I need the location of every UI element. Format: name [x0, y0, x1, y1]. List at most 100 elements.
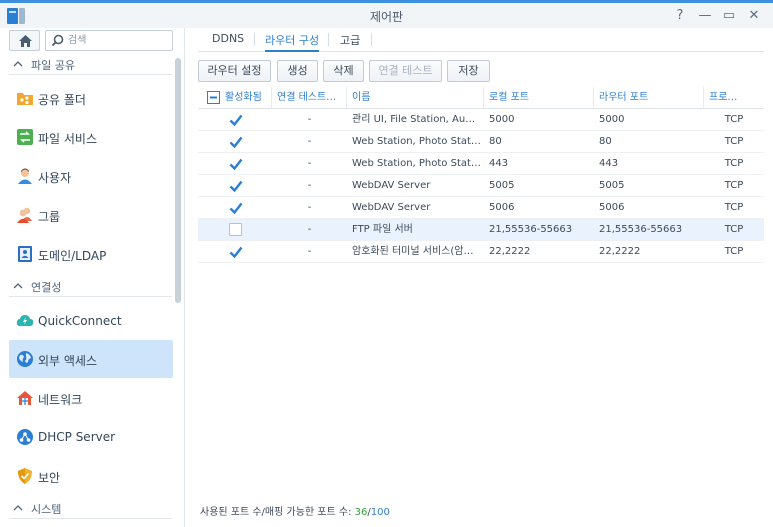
shared-folder-icon: [16, 89, 34, 107]
cell-router-port: 22,2222: [599, 246, 641, 257]
chevron-up-icon: [13, 281, 23, 291]
table-row[interactable]: - FTP 파일 서버 21,55536-55663 21,55536-55663 TC…: [198, 219, 764, 241]
cell-router-port: 21,55536-55663: [599, 224, 683, 235]
section-system[interactable]: 시스템: [0, 499, 172, 519]
cell-local-port: 21,55536-55663: [489, 224, 573, 235]
sidebar-item-domain-ldap[interactable]: 도메인/LDAP: [9, 235, 173, 273]
tab-bar: DDNS 라우터 구성 고급: [198, 28, 764, 52]
ports-total-count: 100: [370, 507, 390, 518]
chevron-up-icon: [13, 59, 23, 69]
tab-advanced[interactable]: 고급: [340, 32, 360, 52]
sidebar-item-label: 사용자: [38, 171, 72, 185]
sidebar-item-security[interactable]: 보안: [9, 457, 173, 495]
cell-router-port: 80: [599, 136, 612, 147]
section-label: 연결성: [31, 281, 62, 294]
enabled-checkbox-unchecked[interactable]: [229, 223, 242, 236]
enabled-checkbox-checked-icon[interactable]: [229, 179, 243, 193]
select-all-checkbox-icon[interactable]: [207, 91, 220, 104]
header-protocol[interactable]: 프로…: [704, 87, 764, 109]
enabled-checkbox-checked-icon[interactable]: [229, 201, 243, 215]
table-header: 활성화됨 연결 테스트… 이름 로컬 포트 라우터 포트 프로…: [198, 87, 764, 109]
cell-test-result: -: [307, 246, 312, 257]
cell-router-port: 5006: [599, 202, 625, 213]
help-icon[interactable]: ?: [671, 7, 689, 25]
network-icon: [16, 389, 34, 407]
enabled-checkbox-checked-icon[interactable]: [229, 113, 243, 127]
enabled-checkbox-checked-icon[interactable]: [229, 135, 243, 149]
header-router-port[interactable]: 라우터 포트: [594, 87, 704, 109]
table-row[interactable]: - WebDAV Server 5006 5006 TCP: [198, 197, 764, 219]
sidebar-item-network[interactable]: 네트워크: [9, 379, 173, 417]
sidebar: 파일 공유 공유 폴더 파일 서비스 사용자 그룹 도메인/LDAP 연결성: [0, 28, 185, 527]
sidebar-scrollbar[interactable]: [175, 58, 181, 303]
header-name[interactable]: 이름: [347, 87, 484, 109]
save-button[interactable]: 저장: [447, 60, 490, 82]
cell-protocol: TCP: [724, 202, 744, 213]
sidebar-item-label: 공유 폴더: [38, 93, 86, 107]
search-icon: [51, 34, 64, 47]
cell-local-port: 443: [489, 158, 509, 169]
cell-protocol: TCP: [724, 180, 744, 191]
sidebar-item-quickconnect[interactable]: QuickConnect: [9, 302, 173, 340]
tab-router-config[interactable]: 라우터 구성: [265, 32, 320, 52]
sidebar-item-label: QuickConnect: [38, 314, 122, 328]
cell-local-port: 5005: [489, 180, 515, 191]
enabled-checkbox-checked-icon[interactable]: [229, 157, 243, 171]
enabled-checkbox-checked-icon[interactable]: [229, 245, 243, 259]
table-row[interactable]: - Web Station, Photo Stati… 80 80 TCP: [198, 131, 764, 153]
main-panel: DDNS 라우터 구성 고급 라우터 설정 생성 삭제 연결 테스트 저장 활성…: [186, 28, 773, 527]
delete-button[interactable]: 삭제: [323, 60, 364, 82]
cell-test-result: -: [307, 224, 312, 235]
test-connection-button[interactable]: 연결 테스트: [369, 60, 442, 82]
header-local-port[interactable]: 로컬 포트: [484, 87, 594, 109]
cell-router-port: 5000: [599, 114, 625, 125]
tab-ddns[interactable]: DDNS: [212, 32, 244, 52]
sidebar-item-user[interactable]: 사용자: [9, 157, 173, 195]
sidebar-item-label: 외부 액세스: [38, 354, 98, 368]
external-access-icon: [16, 350, 34, 368]
table-row[interactable]: - 암호화된 터미널 서비스(암… 22,2222 22,2222 TCP: [198, 241, 764, 263]
dhcp-server-icon: [16, 428, 34, 446]
header-label: 활성화됨: [225, 92, 262, 103]
cell-name: 암호화된 터미널 서비스(암…: [352, 246, 474, 257]
title-bar: 제어판 ? — ▭ ✕: [0, 0, 773, 28]
file-services-icon: [16, 128, 34, 146]
section-connectivity[interactable]: 연결성: [0, 277, 172, 297]
maximize-icon[interactable]: ▭: [720, 7, 738, 25]
cell-local-port: 5000: [489, 114, 515, 125]
minimize-icon[interactable]: —: [696, 7, 714, 25]
cell-test-result: -: [307, 202, 312, 213]
home-icon: [19, 35, 32, 47]
sidebar-item-shared-folder[interactable]: 공유 폴더: [9, 79, 173, 117]
close-icon[interactable]: ✕: [745, 7, 763, 25]
group-icon: [16, 206, 34, 224]
sidebar-item-external-access[interactable]: 외부 액세스: [9, 340, 173, 378]
router-setup-button[interactable]: 라우터 설정: [198, 60, 271, 82]
sidebar-item-label: DHCP Server: [38, 430, 116, 444]
cell-name: FTP 파일 서버: [352, 224, 413, 235]
header-enabled[interactable]: 활성화됨: [198, 87, 272, 109]
sidebar-item-label: 파일 서비스: [38, 132, 98, 146]
cell-local-port: 5006: [489, 202, 515, 213]
cell-protocol: TCP: [724, 158, 744, 169]
domain-ldap-icon: [16, 245, 34, 263]
home-button[interactable]: [9, 30, 40, 51]
sidebar-item-dhcp-server[interactable]: DHCP Server: [9, 418, 173, 456]
table-row[interactable]: - 관리 UI, File Station, Au… 5000 5000 TCP: [198, 109, 764, 131]
table-row[interactable]: - Web Station, Photo Stati… 443 443 TCP: [198, 153, 764, 175]
header-test-result[interactable]: 연결 테스트…: [272, 87, 347, 109]
table-row[interactable]: - WebDAV Server 5005 5005 TCP: [198, 175, 764, 197]
cell-name: WebDAV Server: [352, 202, 431, 213]
sidebar-item-file-services[interactable]: 파일 서비스: [9, 118, 173, 156]
window-title: 제어판: [369, 10, 404, 24]
search-box[interactable]: [45, 30, 173, 51]
search-input[interactable]: [68, 33, 168, 48]
port-usage-label: 사용된 포트 수/매핑 가능한 포트 수:: [200, 507, 355, 518]
section-file-sharing[interactable]: 파일 공유: [0, 55, 172, 75]
user-icon: [16, 167, 34, 185]
cell-protocol: TCP: [724, 136, 744, 147]
create-button[interactable]: 생성: [277, 60, 318, 82]
section-label: 시스템: [31, 503, 62, 516]
security-shield-icon: [16, 467, 34, 485]
sidebar-item-group[interactable]: 그룹: [9, 196, 173, 234]
